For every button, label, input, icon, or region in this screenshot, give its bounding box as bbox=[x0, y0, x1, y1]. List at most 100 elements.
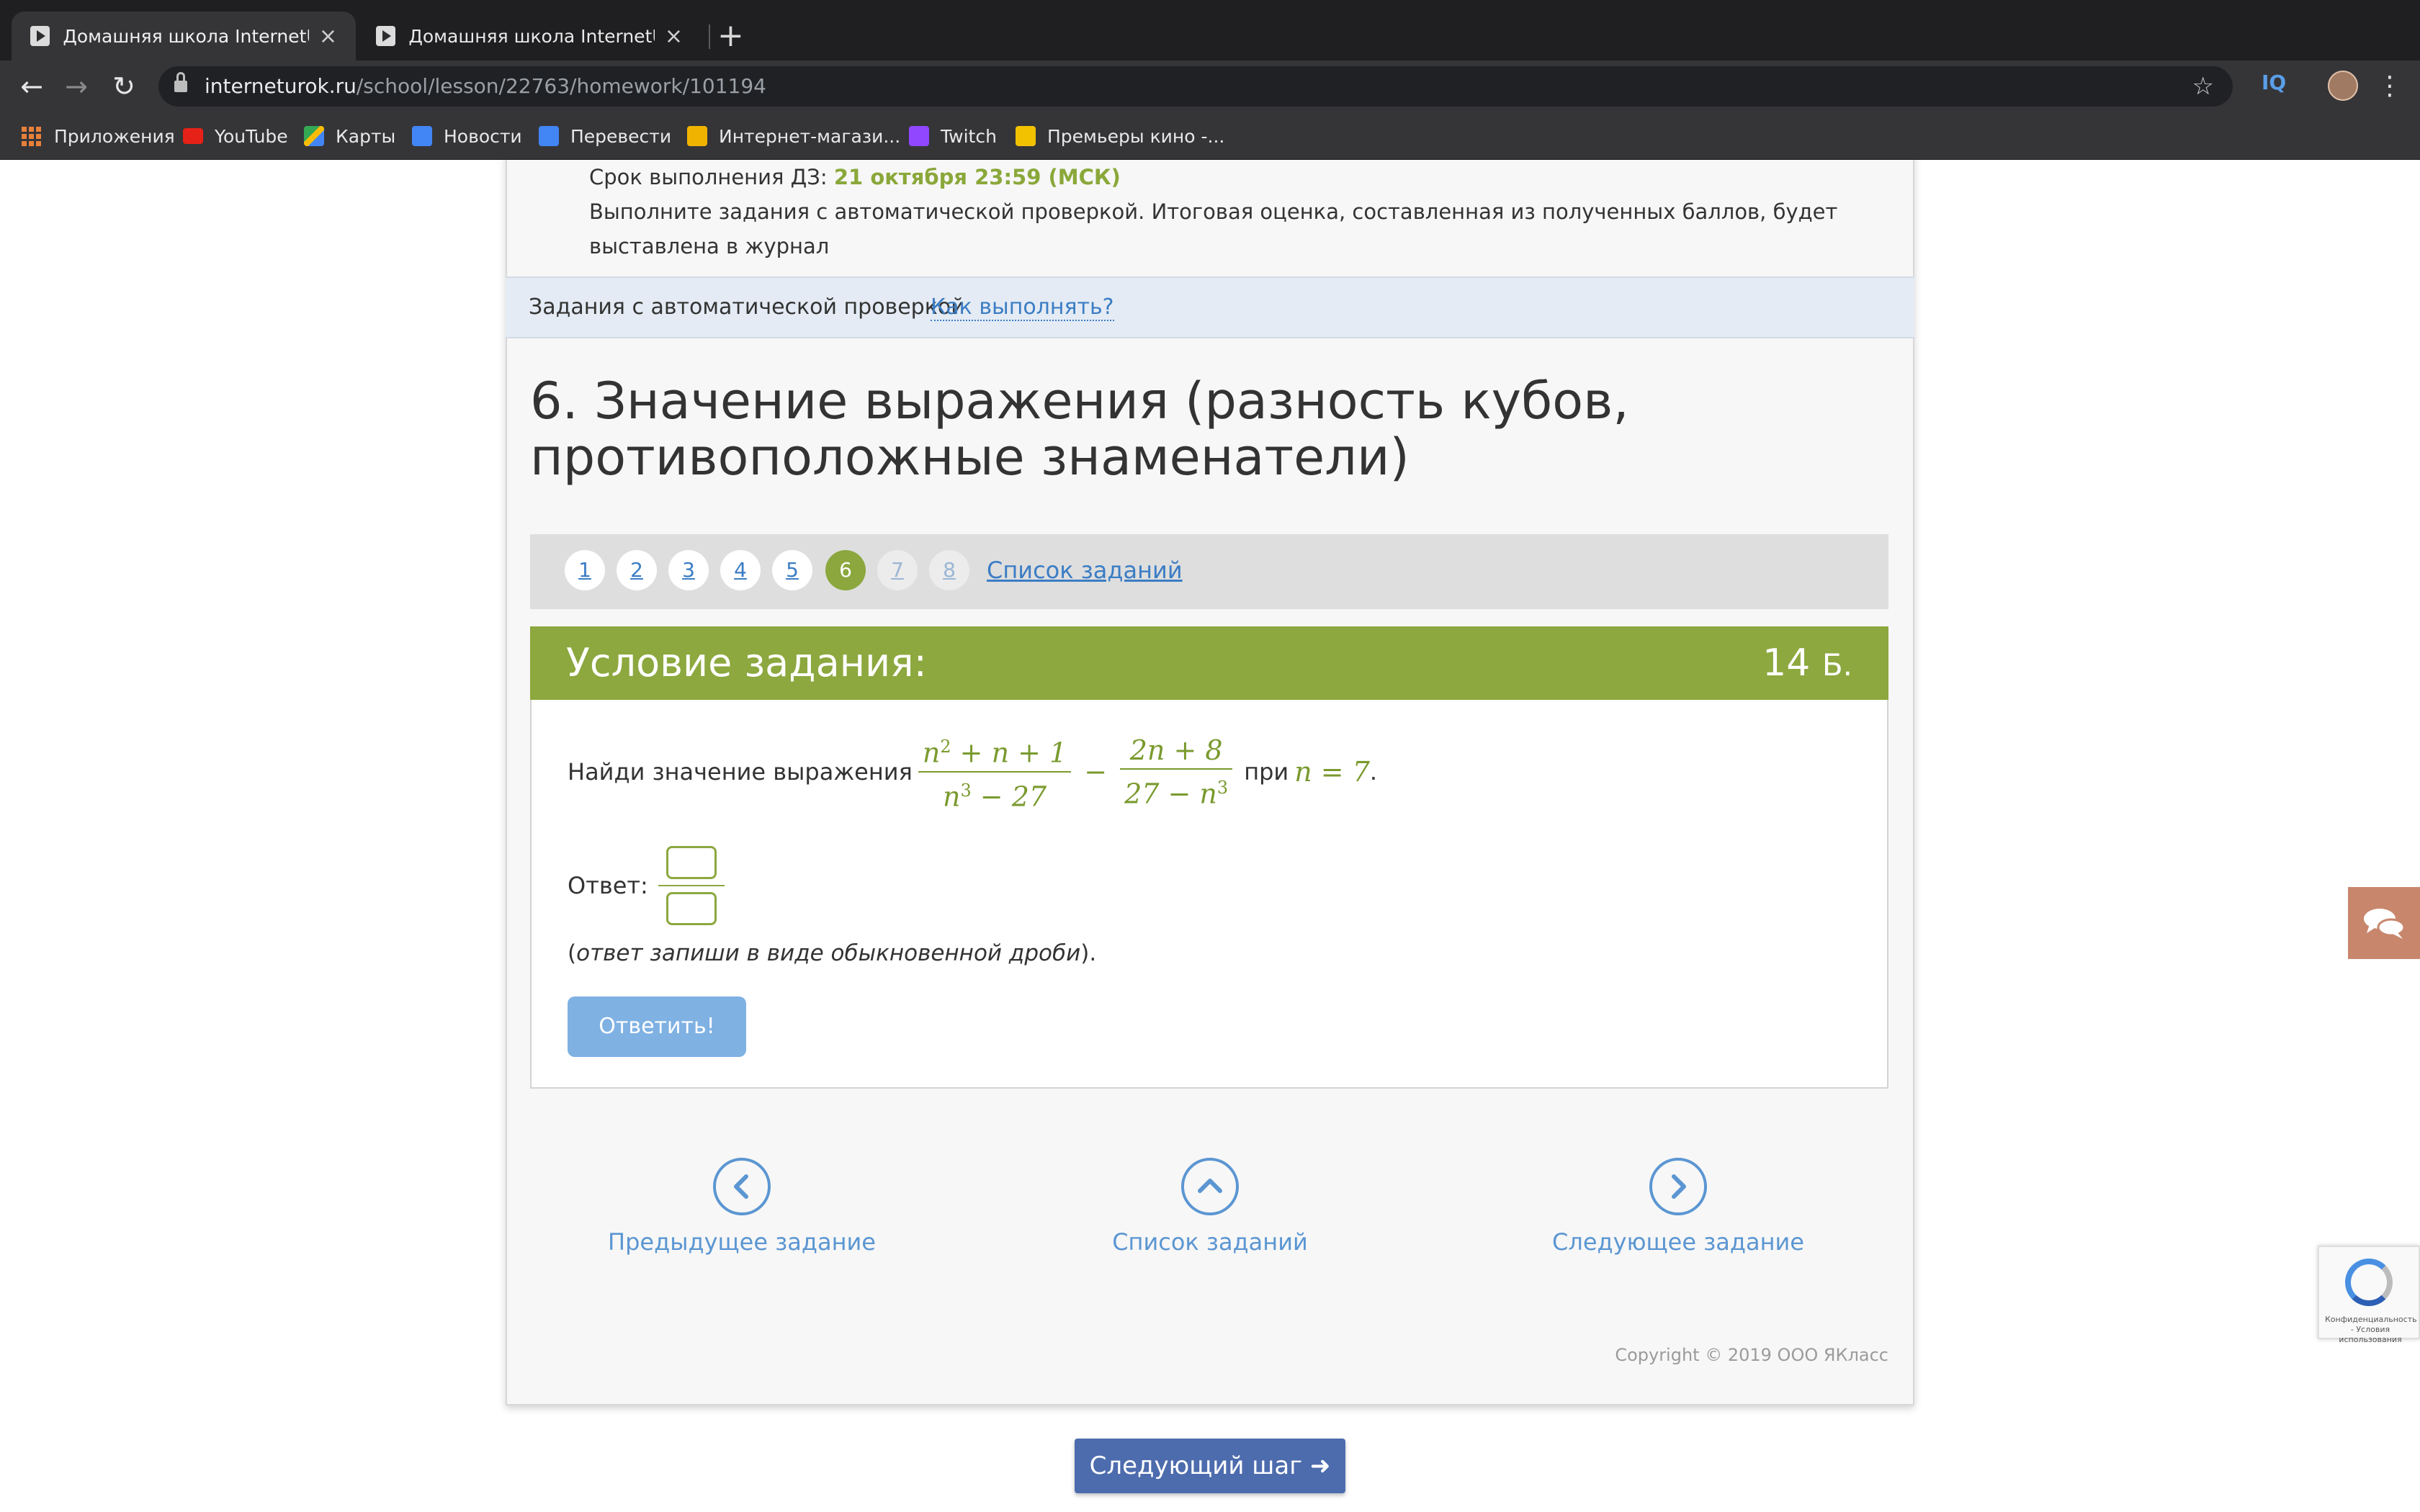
new-tab-button[interactable]: + bbox=[717, 17, 744, 55]
bookmark-news[interactable]: Новости bbox=[412, 112, 522, 160]
next-task-link[interactable]: Следующее задание bbox=[1520, 1158, 1837, 1256]
pager-item-1[interactable]: 1 bbox=[565, 550, 605, 590]
points-badge: 14 Б. bbox=[1762, 626, 1852, 702]
next-task-label: Следующее задание bbox=[1552, 1228, 1804, 1256]
bookmark-label: Приложения bbox=[54, 125, 175, 147]
recaptcha-badge[interactable]: Конфиденциальность - Условия использован… bbox=[2318, 1246, 2420, 1344]
twitch-icon bbox=[909, 126, 929, 146]
tab-separator bbox=[709, 24, 710, 49]
auto-check-bar: Задания с автоматической проверкой Как в… bbox=[506, 276, 1914, 338]
youtube-icon bbox=[183, 128, 203, 144]
task-list-nav-link[interactable]: Список заданий bbox=[1052, 1158, 1368, 1256]
chevron-up-icon bbox=[1181, 1158, 1239, 1215]
fraction-1: n2 + n + 1 n3 − 27 bbox=[918, 729, 1072, 814]
page-content: Срок выполнения ДЗ: 21 октября 23:59 (МС… bbox=[0, 160, 2420, 1512]
bookmark-star-icon[interactable]: ☆ bbox=[2192, 66, 2214, 107]
back-arrow-icon[interactable]: ← bbox=[13, 68, 50, 105]
next-step-button[interactable]: Следующий шаг ➜ bbox=[1075, 1439, 1345, 1493]
tab-title: Домашняя школа InternetUrok.r bbox=[63, 25, 309, 47]
pager-item-2[interactable]: 2 bbox=[617, 550, 657, 590]
task-title: 6. Значение выражения (разность кубов, п… bbox=[530, 372, 1629, 487]
bookmark-maps[interactable]: Карты bbox=[304, 112, 395, 160]
interneturok-favicon-icon bbox=[30, 26, 50, 46]
url-host: interneturok.ru bbox=[205, 74, 357, 98]
iq-extension-icon[interactable]: IQ bbox=[2262, 71, 2286, 94]
google-translate-icon bbox=[539, 126, 559, 146]
close-tab-icon[interactable]: × bbox=[319, 24, 337, 49]
task-list-link[interactable]: Список заданий bbox=[987, 550, 1183, 590]
bookmarks-bar: Приложения YouTube Карты Новости Перевес… bbox=[0, 112, 2420, 160]
recaptcha-logo-icon bbox=[2345, 1259, 2393, 1306]
url-text[interactable]: interneturok.ru/school/lesson/22763/home… bbox=[205, 66, 766, 107]
maps-icon bbox=[304, 126, 324, 146]
browser-chrome: Домашняя школа InternetUrok.r × Домашняя… bbox=[0, 0, 2420, 160]
auto-check-label: Задания с автоматической проверкой bbox=[529, 294, 965, 320]
browser-menu-icon[interactable]: ⋮ bbox=[2377, 68, 2403, 105]
how-to-link-text: Как выполнять? bbox=[931, 294, 1114, 321]
reload-icon[interactable]: ↻ bbox=[105, 68, 143, 105]
fraction-2-numerator: 2n + 8 bbox=[1129, 734, 1223, 766]
deadline-date: 21 октября 23:59 (МСК) bbox=[833, 165, 1121, 189]
bookmark-label: Карты bbox=[336, 125, 396, 147]
profile-avatar[interactable] bbox=[2328, 71, 2358, 101]
browser-toolbar: ← → ↻ interneturok.ru/school/lesson/2276… bbox=[0, 60, 2420, 112]
answer-hint: (ответ запиши в виде обыкновенной дроби)… bbox=[568, 940, 1097, 966]
fraction-1-denominator: n3 − 27 bbox=[942, 780, 1047, 813]
deadline-line: Срок выполнения ДЗ: 21 октября 23:59 (МС… bbox=[589, 160, 1850, 194]
minus-sign: − bbox=[1084, 756, 1108, 788]
bookmark-label: Перевести bbox=[570, 125, 672, 147]
pager-item-5[interactable]: 5 bbox=[772, 550, 812, 590]
question-prefix: Найди значение выражения bbox=[568, 758, 913, 786]
pager-item-3[interactable]: 3 bbox=[668, 550, 709, 590]
condition-title: Условие задания: bbox=[566, 640, 927, 685]
fraction-2: 2n + 8 27 − n3 bbox=[1120, 732, 1233, 812]
bookmark-cinema[interactable]: Премьеры кино -... bbox=[1016, 112, 1224, 160]
google-news-icon bbox=[412, 126, 432, 146]
lock-icon[interactable] bbox=[174, 72, 187, 92]
pager-item-8[interactable]: 8 bbox=[929, 550, 969, 590]
interneturok-favicon-icon bbox=[376, 26, 396, 46]
chevron-right-icon bbox=[1649, 1158, 1707, 1215]
answer-denominator-input[interactable] bbox=[666, 892, 717, 925]
answer-numerator-input[interactable] bbox=[666, 846, 717, 879]
chevron-left-icon bbox=[713, 1158, 771, 1215]
pager-item-7[interactable]: 7 bbox=[877, 550, 918, 590]
recaptcha-caption[interactable]: Конфиденциальность - Условия использован… bbox=[2325, 1315, 2417, 1345]
how-to-link[interactable]: Как выполнять? bbox=[931, 278, 1114, 338]
bookmark-youtube[interactable]: YouTube bbox=[183, 112, 288, 160]
tab-strip: Домашняя школа InternetUrok.r × Домашняя… bbox=[0, 0, 2420, 60]
deadline-label: Срок выполнения ДЗ: bbox=[589, 165, 834, 189]
bookmark-shop[interactable]: Интернет-магази... bbox=[687, 112, 900, 160]
browser-tab-2[interactable]: Домашняя школа InternetUrok.r × bbox=[357, 12, 702, 60]
next-step-label: Следующий шаг bbox=[1089, 1452, 1303, 1480]
period: . bbox=[1369, 758, 1378, 786]
bookmark-label: Премьеры кино -... bbox=[1047, 125, 1225, 147]
close-tab-icon[interactable]: × bbox=[665, 24, 683, 49]
bookmark-apps[interactable]: Приложения bbox=[22, 112, 175, 160]
browser-tab-1[interactable]: Домашняя школа InternetUrok.r × bbox=[12, 12, 356, 60]
prev-task-link[interactable]: Предыдущее задание bbox=[583, 1158, 900, 1256]
pager-item-6[interactable]: 6 bbox=[825, 550, 866, 590]
homework-info: Срок выполнения ДЗ: 21 октября 23:59 (МС… bbox=[589, 160, 1850, 264]
question-at: при bbox=[1244, 758, 1289, 786]
answer-fraction bbox=[658, 846, 725, 925]
bookmark-label: Twitch bbox=[941, 125, 997, 147]
arrow-right-icon: ➜ bbox=[1309, 1452, 1331, 1480]
prev-task-label: Предыдущее задание bbox=[608, 1228, 876, 1256]
fraction-1-numerator: n2 + n + 1 bbox=[922, 737, 1067, 769]
submit-answer-button[interactable]: Ответить! bbox=[568, 996, 746, 1057]
forward-arrow-icon[interactable]: → bbox=[58, 68, 95, 105]
copyright: Copyright © 2019 ООО ЯКласс bbox=[1615, 1345, 1888, 1365]
task-pager: 1 2 3 4 5 6 7 8 Список заданий bbox=[530, 534, 1888, 609]
address-bar[interactable]: interneturok.ru/school/lesson/22763/home… bbox=[158, 66, 2233, 107]
pager-item-4[interactable]: 4 bbox=[720, 550, 761, 590]
bookmark-twitch[interactable]: Twitch bbox=[909, 112, 997, 160]
task-list-nav-label: Список заданий bbox=[1112, 1228, 1308, 1256]
chat-widget-button[interactable] bbox=[2348, 887, 2420, 959]
cinema-icon bbox=[1016, 126, 1036, 146]
bookmark-translate[interactable]: Перевести bbox=[539, 112, 671, 160]
shop-icon bbox=[687, 126, 707, 146]
bookmark-label: YouTube bbox=[215, 125, 288, 147]
condition-expression: n = 7 bbox=[1294, 756, 1370, 788]
apps-grid-icon bbox=[22, 126, 41, 146]
